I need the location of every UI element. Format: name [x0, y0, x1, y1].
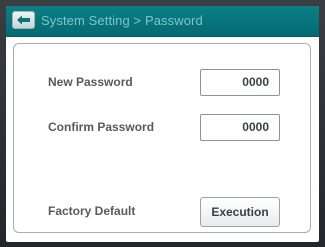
factory-default-label: Factory Default	[48, 204, 136, 218]
confirm-password-label: Confirm Password	[48, 120, 155, 134]
back-arrow-icon	[17, 15, 30, 25]
device-frame: System Setting > Password New Password 0…	[0, 0, 325, 247]
new-password-label: New Password	[48, 75, 133, 89]
confirm-password-field[interactable]: 0000	[200, 114, 280, 141]
password-panel: New Password 0000 Confirm Password 0000 …	[13, 43, 311, 233]
page-title: System Setting > Password	[41, 13, 203, 28]
screen: System Setting > Password New Password 0…	[6, 6, 319, 242]
execution-button[interactable]: Execution	[200, 197, 280, 227]
title-bar: System Setting > Password	[6, 6, 319, 37]
back-button[interactable]	[12, 11, 35, 29]
new-password-field[interactable]: 0000	[200, 69, 280, 96]
